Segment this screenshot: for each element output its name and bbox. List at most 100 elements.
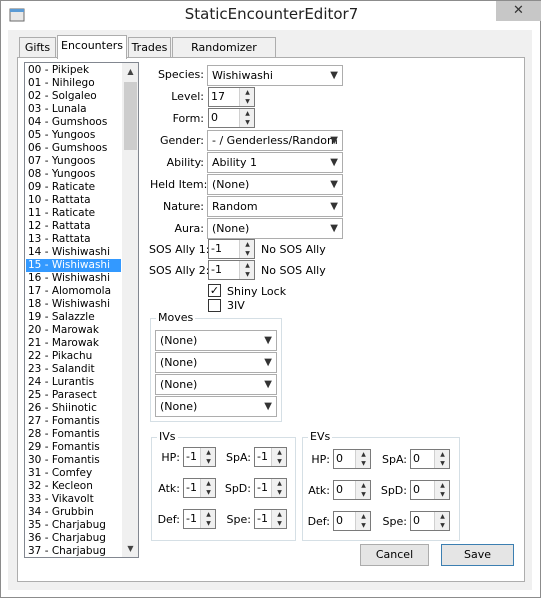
iv-spd-stepper[interactable]: -1 ▲ ▼ [254,478,287,498]
list-item[interactable]: 07 - Yungoos [26,155,121,168]
spin-up-icon[interactable]: ▲ [435,450,450,459]
list-item[interactable]: 28 - Fomantis [26,428,121,441]
ev-atk-stepper[interactable]: 0 ▲ ▼ [333,480,371,500]
list-item[interactable]: 34 - Grubbin [26,506,121,519]
list-item[interactable]: 32 - Kecleon [26,480,121,493]
list-item[interactable]: 12 - Rattata [26,220,121,233]
list-item[interactable]: 22 - Pikachu [26,350,121,363]
spin-down-icon[interactable]: ▼ [201,457,216,466]
move-4-dropdown[interactable]: (None) ▼ [155,396,277,417]
spin-down-icon[interactable]: ▼ [240,249,255,258]
list-item[interactable]: 15 - Wishiwashi [26,259,121,272]
spin-up-icon[interactable]: ▲ [272,479,287,488]
scroll-down-icon[interactable]: ▼ [122,540,138,557]
list-item[interactable]: 06 - Gumshoos [26,142,121,155]
spin-up-icon[interactable]: ▲ [240,88,255,97]
tab-trades[interactable]: Trades [128,37,171,57]
move-3-dropdown[interactable]: (None) ▼ [155,374,277,395]
spin-up-icon[interactable]: ▲ [201,510,216,519]
list-item[interactable]: 29 - Fomantis [26,441,121,454]
spin-up-icon[interactable]: ▲ [356,512,371,521]
list-item[interactable]: 13 - Rattata [26,233,121,246]
form-stepper[interactable]: 0 ▲ ▼ [208,108,255,128]
iv-atk-stepper[interactable]: -1 ▲ ▼ [183,478,216,498]
sos-ally-1-stepper[interactable]: -1 ▲ ▼ [208,239,255,259]
spin-up-icon[interactable]: ▲ [356,450,371,459]
list-item[interactable]: 35 - Charjabug [26,519,121,532]
list-item[interactable]: 33 - Vikavolt [26,493,121,506]
spin-up-icon[interactable]: ▲ [240,261,255,270]
tab-randomizer-options[interactable]: Randomizer Options [172,37,276,73]
spin-down-icon[interactable]: ▼ [356,521,371,530]
spin-up-icon[interactable]: ▲ [201,479,216,488]
tab-encounters[interactable]: Encounters [57,35,127,59]
aura-dropdown[interactable]: (None) ▼ [207,218,343,239]
list-item[interactable]: 19 - Salazzle [26,311,121,324]
spin-down-icon[interactable]: ▼ [435,521,450,530]
spin-up-icon[interactable]: ▲ [272,448,287,457]
nature-dropdown[interactable]: Random ▼ [207,196,343,217]
list-item[interactable]: 18 - Wishiwashi [26,298,121,311]
spin-up-icon[interactable]: ▲ [356,481,371,490]
species-dropdown[interactable]: Wishiwashi ▼ [207,65,343,86]
ability-dropdown[interactable]: Ability 1 ▼ [207,152,343,173]
list-item[interactable]: 01 - Nihilego [26,77,121,90]
list-item[interactable]: 30 - Fomantis [26,454,121,467]
iv-spa-stepper[interactable]: -1 ▲ ▼ [254,447,287,467]
save-button[interactable]: Save [441,544,514,566]
encounter-list[interactable]: 00 - Pikipek 01 - Nihilego 02 - Solgaleo 03… [24,62,139,558]
spin-down-icon[interactable]: ▼ [240,118,255,127]
list-item[interactable]: 00 - Pikipek [26,64,121,77]
spin-down-icon[interactable]: ▼ [435,490,450,499]
spin-up-icon[interactable]: ▲ [240,109,255,118]
list-item[interactable]: 20 - Marowak [26,324,121,337]
ev-spd-stepper[interactable]: 0 ▲ ▼ [410,480,450,500]
list-item[interactable]: 17 - Alomomola [26,285,121,298]
spin-down-icon[interactable]: ▼ [272,519,287,528]
spin-down-icon[interactable]: ▼ [201,519,216,528]
level-stepper[interactable]: 17 ▲ ▼ [208,87,255,107]
iv-def-stepper[interactable]: -1 ▲ ▼ [183,509,216,529]
helditem-dropdown[interactable]: (None) ▼ [207,174,343,195]
move-1-dropdown[interactable]: (None) ▼ [155,330,277,351]
ev-spe-stepper[interactable]: 0 ▲ ▼ [410,511,450,531]
list-item[interactable]: 27 - Fomantis [26,415,121,428]
list-item[interactable]: 37 - Charjabug [26,545,121,557]
close-button[interactable]: ✕ [496,1,541,21]
spin-down-icon[interactable]: ▼ [272,457,287,466]
list-item[interactable]: 16 - Wishiwashi [26,272,121,285]
spin-down-icon[interactable]: ▼ [201,488,216,497]
list-item[interactable]: 36 - Charjabug [26,532,121,545]
scroll-up-icon[interactable]: ▲ [122,63,138,80]
cancel-button[interactable]: Cancel [360,544,429,566]
list-item[interactable]: 08 - Yungoos [26,168,121,181]
spin-up-icon[interactable]: ▲ [201,448,216,457]
spin-up-icon[interactable]: ▲ [435,481,450,490]
list-item[interactable]: 09 - Raticate [26,181,121,194]
spin-down-icon[interactable]: ▼ [272,488,287,497]
move-2-dropdown[interactable]: (None) ▼ [155,352,277,373]
ev-spa-stepper[interactable]: 0 ▲ ▼ [410,449,450,469]
list-scrollbar[interactable]: ▲ ▼ [122,63,138,557]
list-item[interactable]: 21 - Marowak [26,337,121,350]
spin-down-icon[interactable]: ▼ [356,459,371,468]
iv-spe-stepper[interactable]: -1 ▲ ▼ [254,509,287,529]
list-item[interactable]: 25 - Parasect [26,389,121,402]
spin-up-icon[interactable]: ▲ [240,240,255,249]
spin-up-icon[interactable]: ▲ [272,510,287,519]
sos-ally-2-stepper[interactable]: -1 ▲ ▼ [208,260,255,280]
tab-gifts[interactable]: Gifts [19,37,56,57]
list-item[interactable]: 02 - Solgaleo [26,90,121,103]
spin-up-icon[interactable]: ▲ [435,512,450,521]
iv-hp-stepper[interactable]: -1 ▲ ▼ [183,447,216,467]
list-item[interactable]: 10 - Rattata [26,194,121,207]
list-item[interactable]: 11 - Raticate [26,207,121,220]
list-item[interactable]: 26 - Shiinotic [26,402,121,415]
list-item[interactable]: 23 - Salandit [26,363,121,376]
spin-down-icon[interactable]: ▼ [240,270,255,279]
list-item[interactable]: 03 - Lunala [26,103,121,116]
spin-down-icon[interactable]: ▼ [356,490,371,499]
spin-down-icon[interactable]: ▼ [240,97,255,106]
scroll-thumb[interactable] [124,82,137,150]
three-iv-checkbox[interactable] [208,299,221,312]
